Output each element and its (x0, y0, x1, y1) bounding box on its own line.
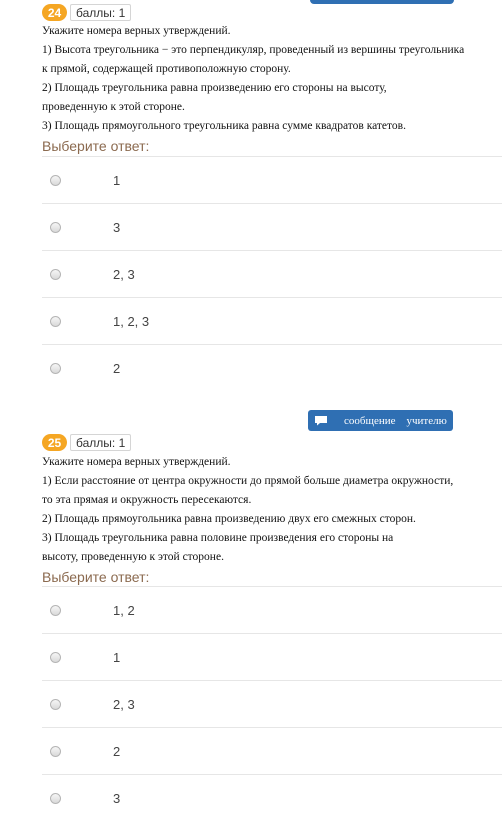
answer-option[interactable]: 3 (42, 203, 502, 250)
answer-option[interactable]: 2 (42, 727, 502, 774)
answer-label: 3 (113, 790, 121, 806)
points-label: баллы: 1 (70, 434, 132, 451)
answer-option[interactable]: 1, 2 (42, 586, 502, 633)
answer-option[interactable]: 2, 3 (42, 250, 502, 297)
speech-bubble-icon (315, 416, 327, 426)
answer-label: 1, 2 (113, 602, 135, 618)
answer-list: 1, 2 1 2, 3 2 3 (42, 586, 502, 821)
answer-label: 1, 2, 3 (113, 313, 150, 329)
message-teacher-button[interactable]: сообщение учителю (308, 410, 453, 431)
radio-button[interactable] (50, 174, 61, 186)
answer-prompt: Выберите ответ: (42, 569, 150, 585)
answer-label: 3 (113, 219, 121, 235)
question-number-badge: 25 (42, 434, 67, 451)
question-header: 25 баллы: 1 (42, 434, 132, 451)
radio-button[interactable] (50, 268, 61, 280)
answer-list: 1 3 2, 3 1, 2, 3 2 (42, 156, 502, 391)
answer-option[interactable]: 1 (42, 156, 502, 203)
question-text: Укажите номера верных утверждений. 1) Вы… (42, 25, 465, 132)
answer-label: 2, 3 (113, 266, 135, 282)
answer-label: 2, 3 (113, 696, 135, 712)
radio-button[interactable] (50, 315, 61, 327)
question-header: 24 баллы: 1 (42, 4, 132, 21)
answer-option[interactable]: 1, 2, 3 (42, 297, 502, 344)
answer-option[interactable]: 2, 3 (42, 680, 502, 727)
radio-button[interactable] (50, 745, 61, 757)
answer-label: 1 (113, 172, 121, 188)
question-text: Укажите номера верных утверждений. 1) Ес… (42, 456, 454, 563)
answer-option[interactable]: 2 (42, 344, 502, 391)
message-button-label: сообщение учителю (344, 414, 447, 427)
question-number-badge: 24 (42, 4, 67, 21)
radio-button[interactable] (50, 792, 61, 804)
radio-button[interactable] (50, 698, 61, 710)
radio-button[interactable] (50, 362, 61, 374)
radio-button[interactable] (50, 221, 61, 233)
answer-prompt: Выберите ответ: (42, 138, 150, 154)
points-label: баллы: 1 (70, 4, 132, 21)
answer-label: 1 (113, 649, 121, 665)
top-button-fragment (310, 0, 454, 4)
answer-label: 2 (113, 743, 121, 759)
answer-option[interactable]: 3 (42, 774, 502, 821)
answer-label: 2 (113, 360, 121, 376)
answer-option[interactable]: 1 (42, 633, 502, 680)
radio-button[interactable] (50, 604, 61, 616)
radio-button[interactable] (50, 651, 61, 663)
